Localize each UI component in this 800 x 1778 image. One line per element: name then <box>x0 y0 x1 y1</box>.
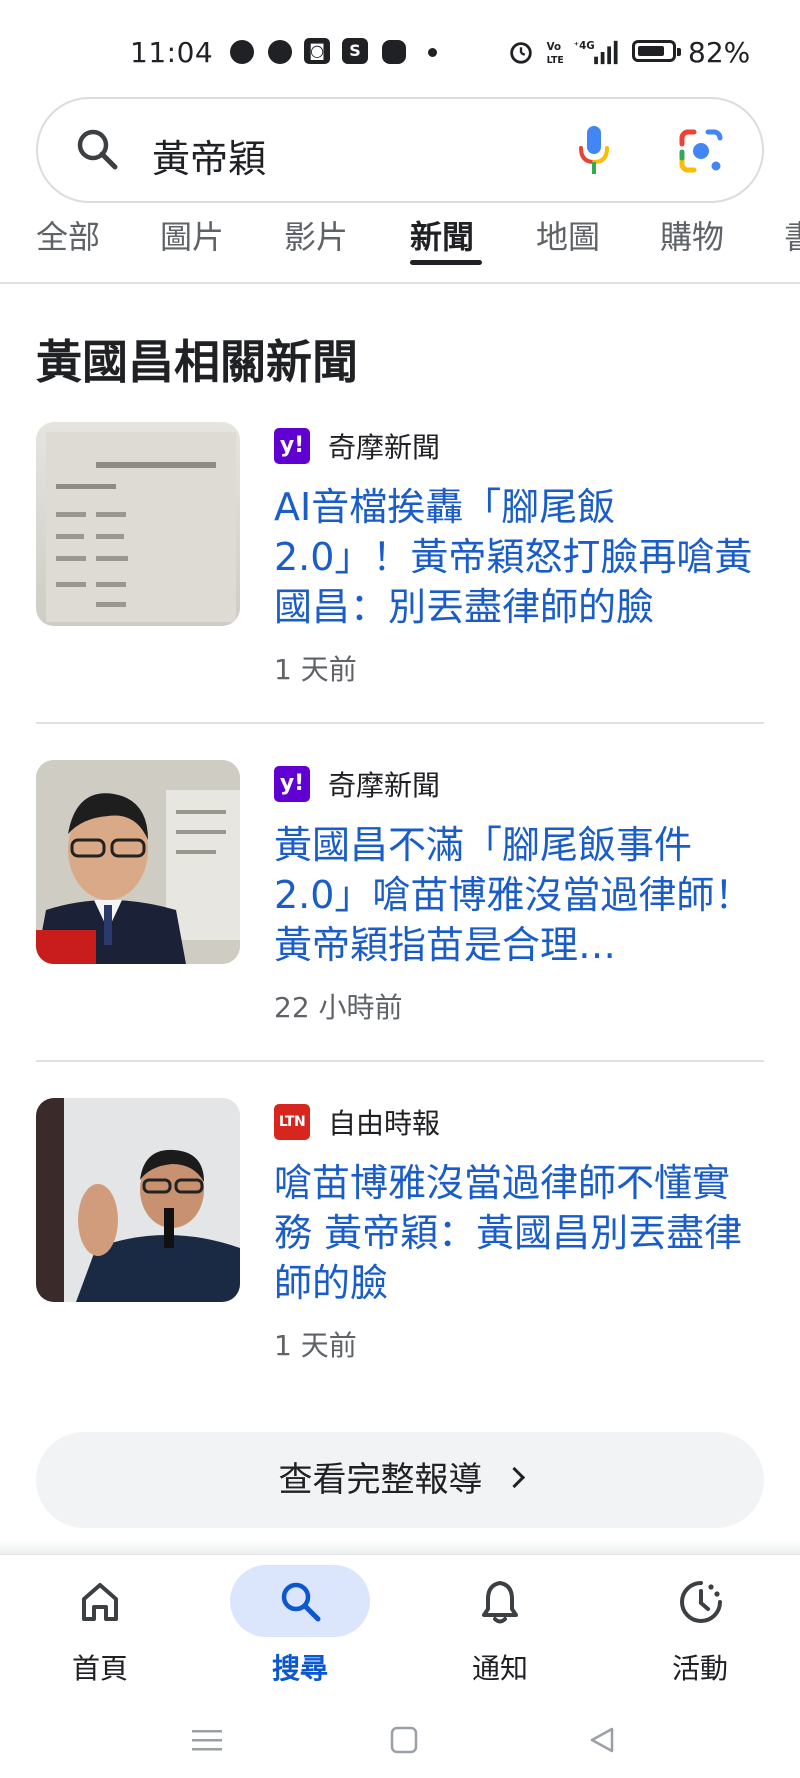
nav-activity-label: 活動 <box>671 1652 728 1685</box>
news-time: 1 天前 <box>274 1329 357 1362</box>
divider <box>36 1060 764 1062</box>
skype-icon: S <box>342 38 368 64</box>
svg-text:Vo: Vo <box>547 41 561 53</box>
nav-search-label: 搜尋 <box>271 1652 328 1685</box>
news-time: 1 天前 <box>274 653 357 686</box>
status-bar: 11:04 ◙ S Vo LTE ⁺4G 82% <box>0 0 800 100</box>
home-square-icon[interactable] <box>390 1726 418 1754</box>
battery-icon <box>632 40 681 62</box>
tab-images[interactable]: 圖片 <box>160 212 224 258</box>
search-tabs: 全部 圖片 影片 新聞 地圖 購物 書 <box>0 206 800 284</box>
system-navigation-bar <box>0 1694 800 1778</box>
nav-home[interactable]: 首頁 <box>0 1555 200 1695</box>
nav-notifications-label: 通知 <box>471 1652 528 1685</box>
back-triangle-icon[interactable] <box>588 1726 616 1754</box>
alarm-icon <box>510 42 532 64</box>
news-thumbnail[interactable] <box>36 422 240 626</box>
4g-signal-icon: ⁺4G <box>574 40 618 65</box>
divider <box>36 722 764 724</box>
news-time: 22 小時前 <box>274 991 403 1024</box>
shopee-icon: ◙ <box>304 38 330 64</box>
home-icon <box>82 1583 118 1621</box>
messenger-icon <box>268 40 292 64</box>
tab-videos[interactable]: 影片 <box>284 212 348 258</box>
nav-search[interactable]: 搜尋 <box>200 1555 400 1695</box>
volte-icon: Vo LTE <box>547 41 564 66</box>
tab-all[interactable]: 全部 <box>36 212 100 258</box>
search-icon <box>281 1582 321 1622</box>
news-source: 自由時報 <box>328 1107 441 1140</box>
menu-icon[interactable] <box>192 1728 222 1752</box>
news-card[interactable]: y! 奇摩新聞 黃國昌不滿「腳尾飯事件 2.0」嗆苗博雅沒當過律師！黃帝穎指苗是… <box>36 760 764 1024</box>
battery-percent: 82% <box>688 36 751 69</box>
google-lens-icon[interactable] <box>678 128 724 174</box>
bottom-navigation: 首頁 搜尋 通知 活動 <box>0 1554 800 1695</box>
more-notifications-dot <box>428 48 437 57</box>
news-source: 奇摩新聞 <box>328 769 441 802</box>
activity-icon <box>680 1581 722 1623</box>
ltn-logo-icon: LTN <box>274 1104 310 1140</box>
news-card[interactable]: y! 奇摩新聞 AI音檔挨轟「腳尾飯 2.0」！黃帝穎怒打臉再嗆黃國昌：別丟盡律… <box>36 422 764 686</box>
search-box[interactable] <box>36 97 764 203</box>
bell-icon <box>482 1581 518 1624</box>
yahoo-logo-icon: y! <box>274 766 310 802</box>
news-thumbnail[interactable] <box>36 1098 240 1302</box>
news-headline[interactable]: 嗆苗博雅沒當過律師不懂實務 黃帝穎：黃國昌別丟盡律師的臉 <box>274 1158 754 1308</box>
news-headline[interactable]: AI音檔挨轟「腳尾飯 2.0」！黃帝穎怒打臉再嗆黃國昌：別丟盡律師的臉 <box>274 482 754 632</box>
messenger-icon <box>230 40 254 64</box>
tab-books[interactable]: 書 <box>784 212 800 258</box>
chevron-right-icon <box>503 1466 525 1489</box>
nav-home-label: 首頁 <box>71 1652 128 1685</box>
svg-text:LTE: LTE <box>547 55 564 66</box>
tab-maps[interactable]: 地圖 <box>536 212 600 258</box>
yahoo-logo-icon: y! <box>274 428 310 464</box>
news-headline[interactable]: 黃國昌不滿「腳尾飯事件 2.0」嗆苗博雅沒當過律師！黃帝穎指苗是合理… <box>274 820 754 970</box>
tab-news[interactable]: 新聞 <box>410 212 474 258</box>
search-icon[interactable] <box>74 126 120 172</box>
battery-level <box>638 46 665 56</box>
search-input[interactable]: 黃帝穎 <box>152 128 266 183</box>
active-tab-indicator <box>410 260 482 265</box>
svg-text:⁺4G: ⁺4G <box>574 40 595 52</box>
news-source: 奇摩新聞 <box>328 431 441 464</box>
full-coverage-button[interactable]: 查看完整報導 <box>36 1432 764 1528</box>
nav-activity[interactable]: 活動 <box>600 1555 800 1695</box>
section-title: 黃國昌相關新聞 <box>36 335 358 389</box>
line-icon <box>382 40 406 64</box>
news-card[interactable]: LTN 自由時報 嗆苗博雅沒當過律師不懂實務 黃帝穎：黃國昌別丟盡律師的臉 1 … <box>36 1098 764 1362</box>
microphone-icon[interactable] <box>576 124 612 178</box>
nav-notifications[interactable]: 通知 <box>400 1555 600 1695</box>
tab-shopping[interactable]: 購物 <box>660 212 724 258</box>
status-time: 11:04 <box>130 36 214 69</box>
scroll-fade <box>0 1540 800 1554</box>
full-coverage-label: 查看完整報導 <box>278 1460 483 1500</box>
news-thumbnail[interactable] <box>36 760 240 964</box>
